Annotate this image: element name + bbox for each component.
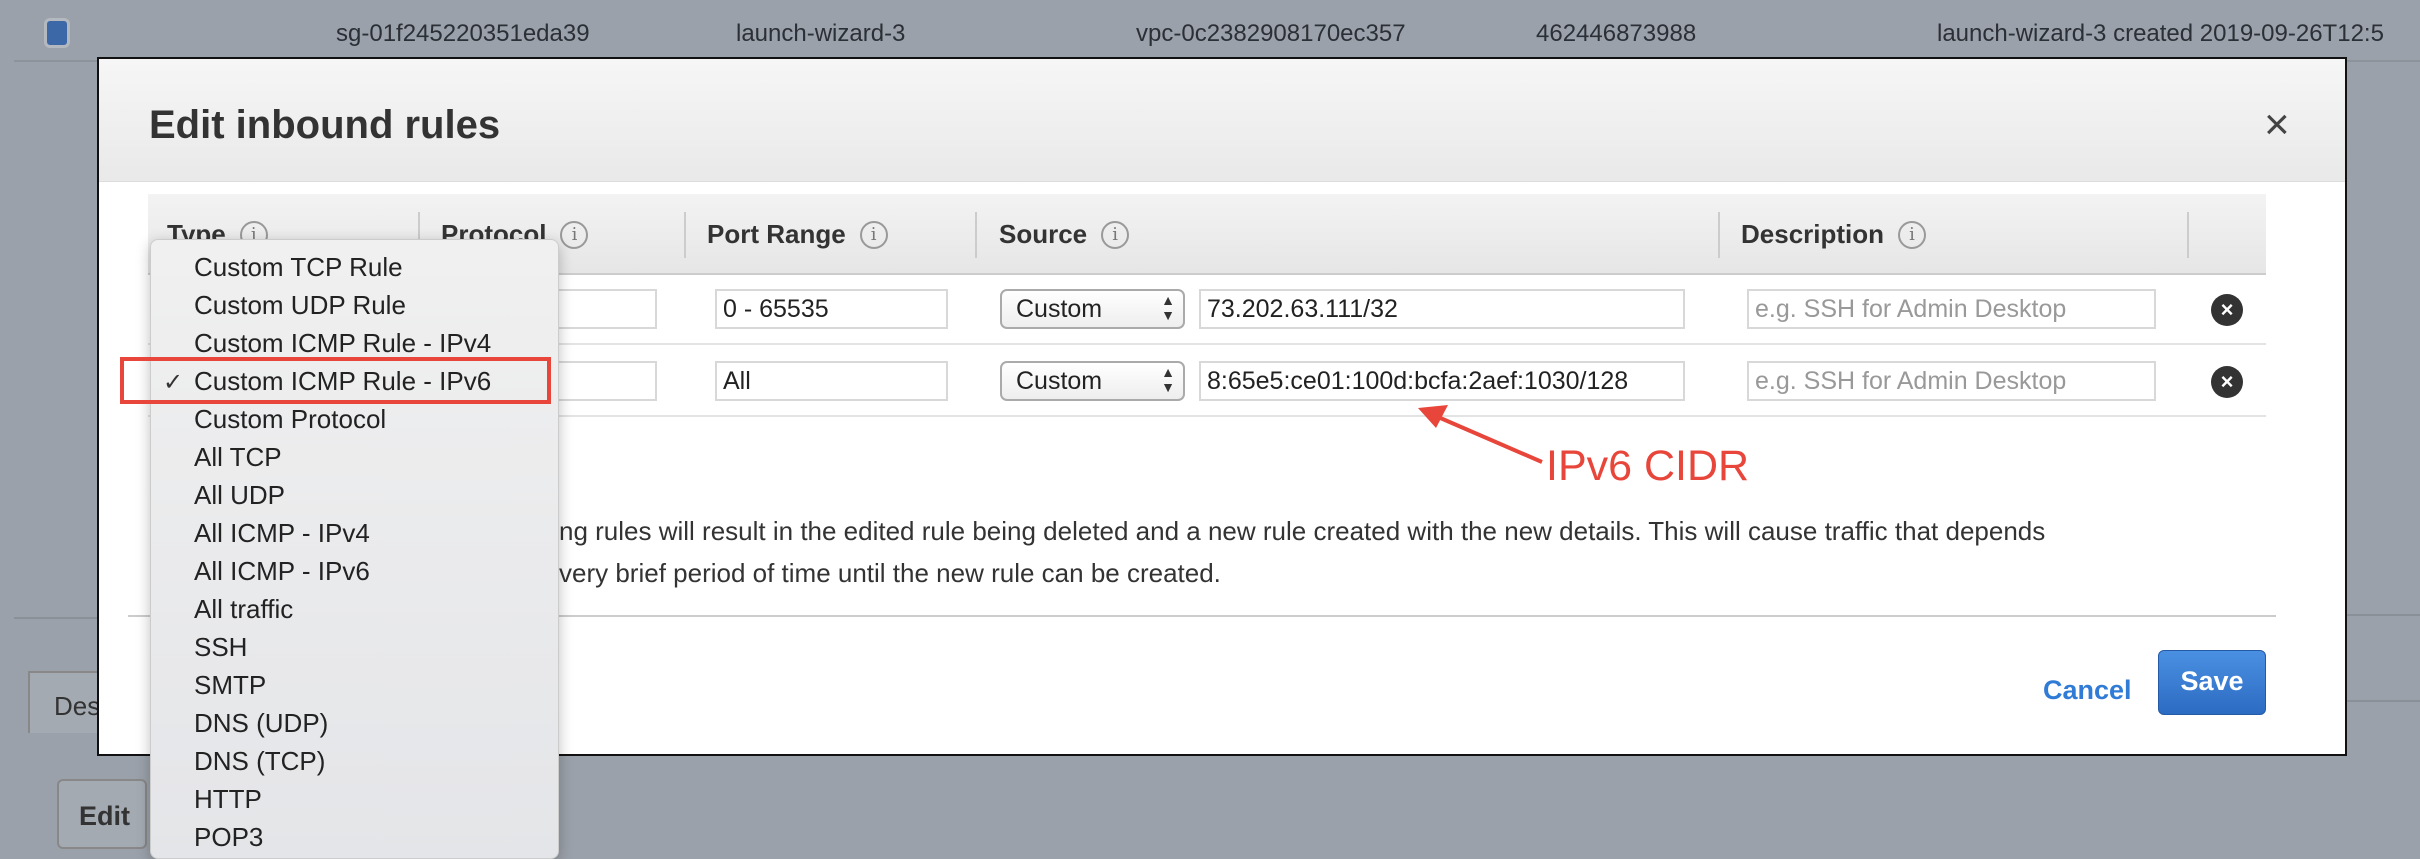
dropdown-option[interactable]: HTTP xyxy=(194,784,262,815)
selected-option-highlight xyxy=(120,357,551,404)
dropdown-option[interactable]: POP3 xyxy=(194,822,263,853)
dropdown-option[interactable]: Custom UDP Rule xyxy=(194,290,406,321)
type-dropdown-menu: Custom TCP Rule Custom UDP Rule Custom ICM… xyxy=(150,239,559,859)
dropdown-option[interactable]: SMTP xyxy=(194,670,266,701)
dropdown-option[interactable]: All TCP xyxy=(194,442,282,473)
dropdown-option[interactable]: All ICMP - IPv6 xyxy=(194,556,370,587)
dropdown-option[interactable]: Custom Protocol xyxy=(194,404,386,435)
dropdown-option[interactable]: Custom ICMP Rule - IPv4 xyxy=(194,328,491,359)
dropdown-option[interactable]: DNS (TCP) xyxy=(194,746,325,777)
annotation-label: IPv6 CIDR xyxy=(1546,442,1750,490)
dropdown-option[interactable]: Custom TCP Rule xyxy=(194,252,403,283)
dropdown-option[interactable]: DNS (UDP) xyxy=(194,708,328,739)
dropdown-option[interactable]: All UDP xyxy=(194,480,285,511)
dropdown-option[interactable]: All traffic xyxy=(194,594,293,625)
dropdown-option[interactable]: SSH xyxy=(194,632,247,663)
dropdown-option[interactable]: All ICMP - IPv4 xyxy=(194,518,370,549)
